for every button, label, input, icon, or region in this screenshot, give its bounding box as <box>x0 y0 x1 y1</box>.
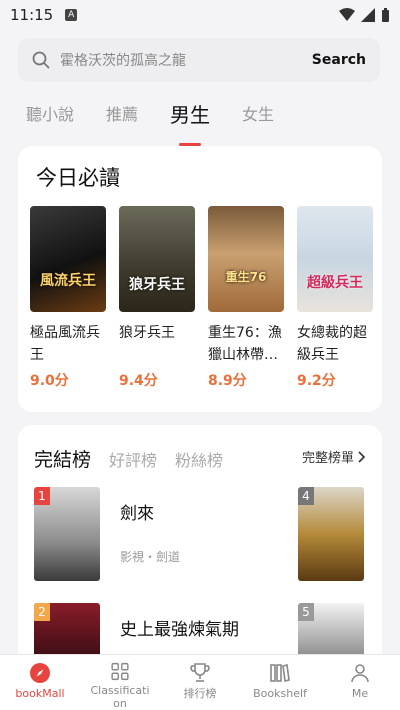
ranking-side-item[interactable]: 4 <box>298 487 364 581</box>
signal-icon <box>361 8 375 22</box>
book-cover[interactable]: 重生76 <box>208 206 284 312</box>
wifi-icon <box>339 8 355 21</box>
section-title: 今日必讀 <box>36 166 120 190</box>
bottom-nav: bookMall Classification 排行榜 Bookshelf Me <box>0 654 400 710</box>
person-icon <box>351 664 369 683</box>
book-title: 女總裁的超級兵王 <box>297 325 367 363</box>
full-ranking-link[interactable]: 完整榜單 <box>302 447 366 466</box>
status-icons <box>339 7 390 23</box>
nav-classification[interactable]: Classification <box>80 655 160 710</box>
book-score: 9.4分 <box>119 373 158 389</box>
nav-label: bookMall <box>15 687 65 700</box>
nav-ranking[interactable]: 排行榜 <box>160 655 240 710</box>
status-bar: 11:15 A <box>0 0 400 30</box>
nav-bookmall[interactable]: bookMall <box>0 655 80 710</box>
book-item[interactable]: 狼牙兵王 狼牙兵王 9.4分 <box>119 206 195 390</box>
chevron-right-icon <box>358 450 366 463</box>
rank-number: 4 <box>298 487 314 505</box>
book-title: 重生76：漁獵山林帶… <box>208 325 282 363</box>
book-item[interactable]: 重生76 重生76：漁獵山林帶… 8.9分 <box>208 206 284 390</box>
battery-icon <box>382 7 389 22</box>
nav-label: Me <box>351 687 369 700</box>
book-cover[interactable]: 4 <box>298 487 364 581</box>
book-score: 9.0分 <box>30 373 69 389</box>
status-time: 11:15 <box>10 6 54 24</box>
tab-rating-rank[interactable]: 好評榜 <box>109 447 157 471</box>
book-score: 9.2分 <box>297 373 336 389</box>
ranking-item[interactable]: 1 劍來 影視・劍道 <box>34 487 180 581</box>
tab-recommend[interactable]: 推薦 <box>106 100 138 140</box>
book-title: 狼牙兵王 <box>119 325 175 341</box>
nav-label: 排行榜 <box>183 687 217 700</box>
book-cover[interactable]: 狼牙兵王 <box>119 206 195 312</box>
book-list: 風流兵王 極品風流兵王 9.0分 狼牙兵王 狼牙兵王 9.4分 重生76 重生7… <box>30 206 373 390</box>
book-item[interactable]: 風流兵王 極品風流兵王 9.0分 <box>30 206 106 390</box>
rank-number: 2 <box>34 603 50 621</box>
grid-icon <box>111 662 129 681</box>
book-cover[interactable]: 1 <box>34 487 100 581</box>
cover-title: 超級兵王 <box>307 275 363 291</box>
search-button[interactable]: Search <box>312 52 366 68</box>
search-input[interactable]: 霍格沃茨的孤高之龍 <box>60 50 312 70</box>
cover-title: 狼牙兵王 <box>129 277 185 293</box>
rank-number: 1 <box>34 487 50 505</box>
book-title: 極品風流兵王 <box>30 325 100 363</box>
compass-icon <box>30 663 50 683</box>
book-cover[interactable]: 超級兵王 <box>297 206 373 312</box>
book-score: 8.9分 <box>208 373 247 389</box>
ranking-card: 完結榜 好評榜 粉絲榜 完整榜單 1 劍來 影視・劍道 2 史上最強煉氣期 4 … <box>18 425 382 675</box>
nav-bookshelf[interactable]: Bookshelf <box>240 655 320 710</box>
tab-listen-novel[interactable]: 聽小說 <box>26 100 74 140</box>
book-title: 史上最強煉氣期 <box>120 620 239 640</box>
nav-label: Bookshelf <box>253 687 307 700</box>
cover-title: 風流兵王 <box>40 273 96 289</box>
nav-me[interactable]: Me <box>320 655 400 710</box>
notification-badge: A <box>65 9 78 21</box>
ranking-tabs: 完結榜 好評榜 粉絲榜 <box>34 445 241 472</box>
book-title: 劍來 <box>120 504 154 524</box>
rank-number: 5 <box>298 603 314 621</box>
must-read-card: 今日必讀 風流兵王 極品風流兵王 9.0分 狼牙兵王 狼牙兵王 9.4分 重生7… <box>18 146 382 412</box>
search-bar[interactable]: 霍格沃茨的孤高之龍 Search <box>18 38 380 82</box>
trophy-icon <box>190 663 210 682</box>
books-icon <box>270 664 290 682</box>
search-icon <box>32 51 50 69</box>
tab-male[interactable]: 男生 <box>170 100 210 140</box>
book-item[interactable]: 超級兵王 女總裁的超級兵王 9.2分 <box>297 206 373 390</box>
ranking-info: 劍來 影視・劍道 <box>120 487 180 581</box>
full-ranking-label: 完整榜單 <box>301 451 354 466</box>
nav-label: Classification <box>90 684 150 710</box>
category-tabs: 聽小說 推薦 男生 女生 <box>26 100 306 140</box>
cover-title: 重生76 <box>225 270 267 284</box>
book-cover[interactable]: 風流兵王 <box>30 206 106 312</box>
tab-completed-rank[interactable]: 完結榜 <box>34 445 91 472</box>
tab-fans-rank[interactable]: 粉絲榜 <box>175 447 223 471</box>
book-tags: 影視・劍道 <box>120 550 181 564</box>
tab-female[interactable]: 女生 <box>242 100 274 140</box>
